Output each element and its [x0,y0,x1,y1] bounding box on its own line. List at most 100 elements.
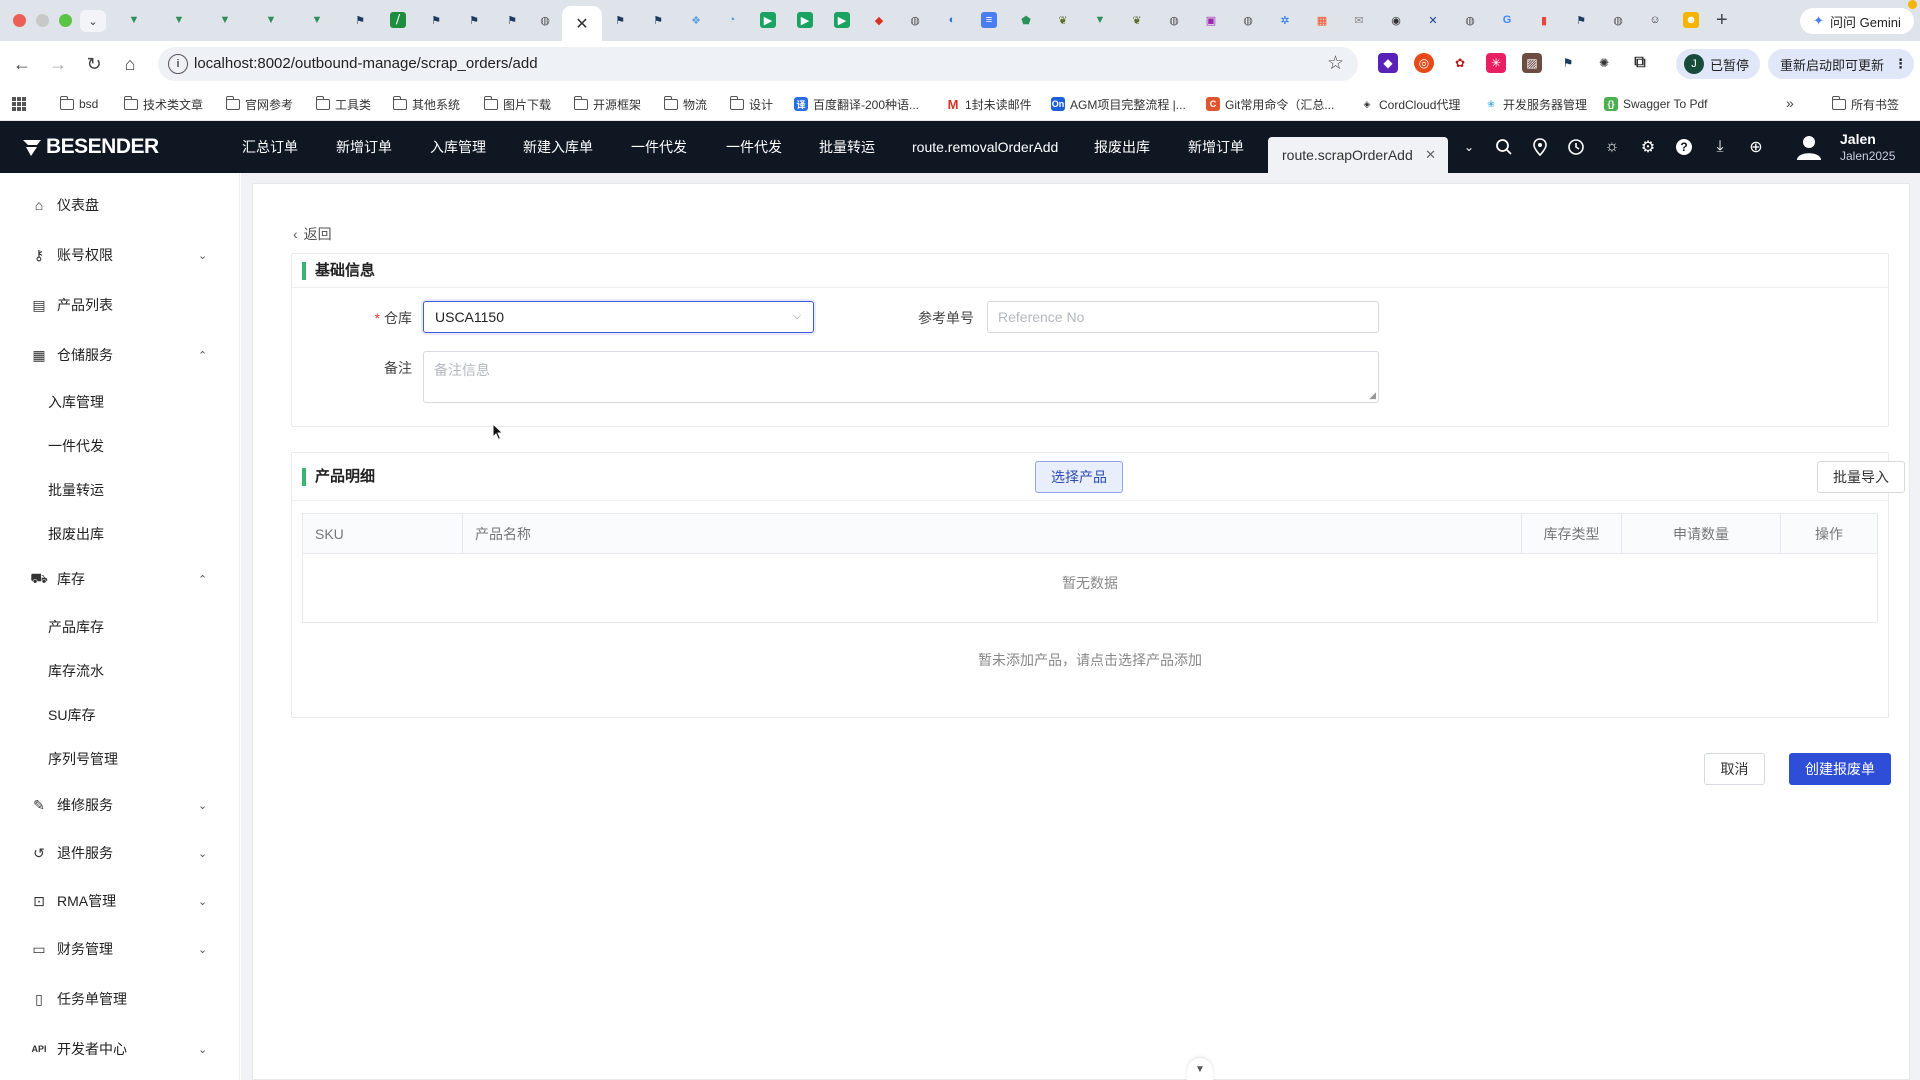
tab-favicon-mail-icon[interactable]: ✉ [1351,12,1367,28]
tab-favicon-besender-icon[interactable]: ⚑ [352,12,368,28]
extension-openai-icon[interactable]: ✺ [1594,53,1614,73]
sidebar-subitem[interactable]: SU库存 [48,705,95,725]
sun-theme-icon[interactable]: ☼ [1602,137,1622,157]
site-info-icon[interactable]: i [168,54,188,74]
bookmark-folder[interactable]: 物流 [663,95,707,113]
tab-favicon-leaf-icon[interactable]: ❦ [1055,12,1071,28]
sidebar-item-account-permissions[interactable]: ⚷ 账号权限 ⌄ [0,233,240,277]
tab-favicon-globe-icon[interactable]: ◍ [907,12,923,28]
ask-gemini-button[interactable]: ✦ 问问 Gemini [1800,8,1914,34]
bookmarks-overflow-icon[interactable]: » [1786,95,1794,111]
batch-import-button[interactable]: 批量导入 [1817,461,1905,493]
tab-favicon-sheet-icon[interactable]: ⧸ [390,12,406,28]
tab-favicon-vue-icon[interactable]: ▼ [171,12,187,28]
sidebar-item-rma[interactable]: ⊡ RMA管理 ⌄ [0,879,240,923]
window-close-button[interactable] [13,14,26,27]
user-avatar-icon[interactable] [1794,132,1824,162]
topnav-tab[interactable]: route.removalOrderAdd [912,121,1058,173]
extension-puzzle-red-icon[interactable]: ✿ [1450,53,1470,73]
tab-favicon-doc-icon[interactable]: ≡ [981,12,997,28]
sidebar-item-product-list[interactable]: ▤ 产品列表 [0,283,240,327]
bookmark-site[interactable]: ◈ CordCloud代理 [1360,95,1461,113]
topnav-tab[interactable]: 新增订单 [336,121,392,173]
topnav-tab[interactable]: 报废出库 [1094,121,1150,173]
resize-handle-icon[interactable]: ◢ [1369,391,1376,400]
tab-favicon-app-icon[interactable]: ◔ [724,12,740,28]
bookmark-folder[interactable]: 开源框架 [573,95,641,113]
bookmark-folder[interactable]: 设计 [729,95,773,113]
sidebar-subitem[interactable]: 报废出库 [48,524,104,544]
restart-update-button[interactable]: 重新启动即可更新 ⋮ [1768,49,1914,79]
tab-favicon-microsoft-icon[interactable]: ▦ [1314,12,1330,28]
chevron-down-icon[interactable]: ⌄ [1459,137,1479,157]
search-icon[interactable] [1494,137,1514,157]
tab-favicon-vue-icon[interactable]: ▼ [263,12,279,28]
tab-favicon-globe-icon[interactable]: ◍ [1166,12,1182,28]
close-tab-icon[interactable]: ✕ [575,14,588,34]
window-minimize-button[interactable] [36,14,49,27]
tab-favicon-vue-icon[interactable]: ▼ [126,12,142,28]
download-icon[interactable]: ⤓ [1710,137,1730,157]
more-menu-icon[interactable]: ⋮ [1894,56,1907,72]
window-maximize-button[interactable] [59,14,72,27]
sidebar-item-finance[interactable]: ▭ 财务管理 ⌄ [0,927,240,971]
user-name[interactable]: Jalen [1840,131,1876,147]
collapse-toggle-icon[interactable]: ▼ [1187,1058,1213,1080]
location-pin-icon[interactable] [1530,137,1550,157]
new-tab-button[interactable]: + [1716,9,1728,32]
create-scrap-order-button[interactable]: 创建报废单 [1789,753,1891,785]
bookmark-folder[interactable]: 技术类文章 [123,95,203,113]
tab-favicon-play-icon[interactable]: ▶ [834,12,850,28]
bookmark-site[interactable]: On AGM项目完整流程 |... [1051,95,1186,113]
bookmark-folder[interactable]: bsd [59,95,98,113]
tab-favicon-besender-icon[interactable]: ⚑ [612,12,628,28]
topnav-tab[interactable]: 一件代发 [726,121,782,173]
add-circle-icon[interactable]: ⊕ [1746,137,1766,157]
tab-favicon-monitor-icon[interactable]: ▣ [1203,12,1219,28]
active-tab[interactable]: ✕ [562,6,602,41]
sidebar-item-developer-center[interactable]: API 开发者中心 ⌄ [0,1027,240,1071]
topnav-tab[interactable]: 汇总订单 [242,121,298,173]
help-icon[interactable]: ? [1674,137,1694,157]
tab-favicon-besender-icon[interactable]: ⚑ [428,12,444,28]
tab-favicon-vue-icon[interactable]: ▼ [217,12,233,28]
tab-favicon-besender-icon[interactable]: ⚑ [650,12,666,28]
extension-diamond-icon[interactable]: ◆ [1378,53,1398,73]
bookmark-site[interactable]: M 1封未读邮件 [946,95,1032,113]
tab-favicon-vscode-icon[interactable]: ❖ [688,12,704,28]
sidebar-subitem[interactable]: 入库管理 [48,392,104,412]
sidebar-subitem[interactable]: 批量转运 [48,480,104,500]
extensions-puzzle-icon[interactable]: ⧉ [1630,53,1650,73]
extension-circle-icon[interactable]: ◎ [1414,53,1434,73]
sidebar-item-warehouse-service[interactable]: ▦ 仓储服务 ⌃ [0,333,240,377]
topnav-tab[interactable]: 新建入库单 [523,121,593,173]
apps-grid-icon[interactable] [12,97,26,111]
bookmark-folder[interactable]: 工具类 [315,95,371,113]
extension-image-icon[interactable]: ▨ [1522,53,1542,73]
home-icon[interactable]: ⌂ [118,52,142,76]
extension-besender-icon[interactable]: ⚑ [1558,53,1578,73]
gear-icon[interactable]: ⚙ [1638,137,1658,157]
all-bookmarks-folder[interactable]: 所有书签 [1831,95,1899,113]
tab-favicon-google-icon[interactable]: G [1499,12,1515,28]
clock-icon[interactable] [1566,137,1586,157]
sidebar-subitem[interactable]: 一件代发 [48,436,104,456]
reference-input[interactable]: Reference No [987,301,1379,333]
tab-favicon-edge-icon[interactable]: ◐ [944,12,960,28]
sidebar-subitem[interactable]: 库存流水 [48,661,104,681]
bookmark-folder[interactable]: 其他系统 [392,95,460,113]
bookmark-star-icon[interactable]: ☆ [1327,52,1344,75]
tab-favicon-vue-icon[interactable]: ▼ [309,12,325,28]
profile-paused-button[interactable]: J 已暂停 [1676,49,1760,79]
bookmark-folder[interactable]: 官网参考 [225,95,293,113]
remark-textarea[interactable]: 备注信息 ◢ [423,351,1379,403]
tab-favicon-leaf-icon[interactable]: ❦ [1129,12,1145,28]
tab-search-chevron-icon[interactable]: ⌄ [80,10,106,32]
tab-favicon-gem-icon[interactable]: ◆ [871,12,887,28]
tab-favicon-besender-icon[interactable]: ⚑ [466,12,482,28]
close-icon[interactable]: ✕ [1425,147,1436,163]
back-link[interactable]: ‹ 返回 [293,224,332,244]
bookmark-site[interactable]: {} Swagger To Pdf [1604,95,1708,113]
sidebar-item-task-orders[interactable]: ▯ 任务单管理 [0,977,240,1021]
tab-favicon-globe-icon[interactable]: ◍ [1462,12,1478,28]
